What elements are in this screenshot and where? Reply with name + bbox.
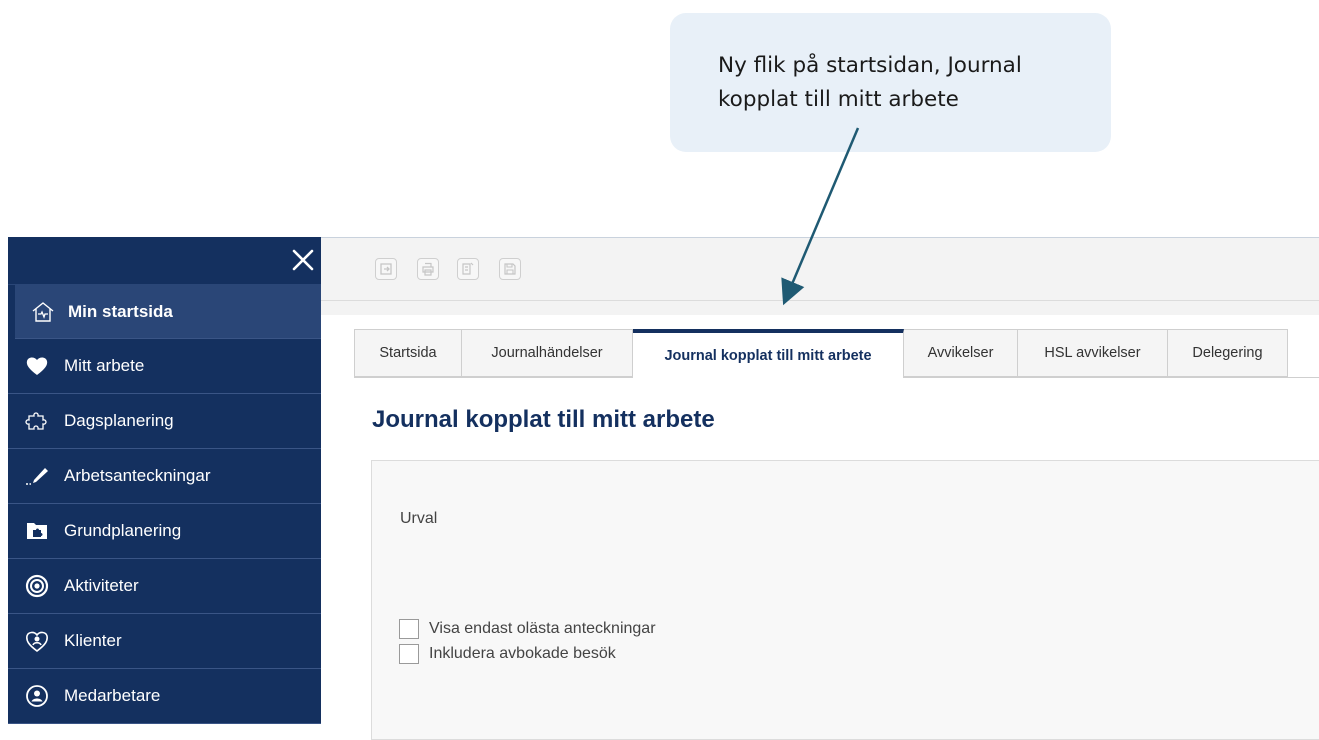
tab-journal-kopplat[interactable]: Journal kopplat till mitt arbete xyxy=(633,329,904,378)
heart-icon xyxy=(24,354,50,378)
tab-label: Journal kopplat till mitt arbete xyxy=(664,347,872,364)
checkbox-label: Visa endast olästa anteckningar xyxy=(429,620,656,637)
pen-icon xyxy=(24,464,50,488)
close-icon[interactable] xyxy=(289,246,317,274)
puzzle-icon xyxy=(24,409,50,433)
tab-label: Delegering xyxy=(1192,345,1263,361)
urval-label: Urval xyxy=(400,510,438,527)
checkbox-label: Inkludera avbokade besök xyxy=(429,645,616,662)
home-heart-icon xyxy=(30,300,56,324)
callout-text: Ny flik på startsidan, Journal kopplat t… xyxy=(718,53,1022,112)
sidebar-item-min-startsida[interactable]: Min startsida xyxy=(15,285,321,339)
person-circle-icon xyxy=(24,684,50,708)
checkbox-inkludera-avbokade[interactable]: Inkludera avbokade besök xyxy=(399,644,616,664)
sidebar-item-label: Aktiviteter xyxy=(64,576,139,595)
edit-document-icon[interactable] xyxy=(457,258,479,280)
checkbox-box[interactable] xyxy=(399,644,419,664)
tab-bar: Startsida Journalhändelser Journal koppl… xyxy=(354,329,1288,378)
page-title: Journal kopplat till mitt arbete xyxy=(372,406,715,433)
sidebar-item-mitt-arbete[interactable]: Mitt arbete xyxy=(8,339,321,394)
tab-hsl-avvikelser[interactable]: HSL avvikelser xyxy=(1018,329,1168,377)
heart-person-icon xyxy=(24,629,50,653)
sidebar-item-label: Mitt arbete xyxy=(64,356,145,375)
sidebar-header xyxy=(8,237,321,285)
sidebar-item-arbetsanteckningar[interactable]: Arbetsanteckningar xyxy=(8,449,321,504)
tab-label: Avvikelser xyxy=(927,345,994,361)
tab-delegering[interactable]: Delegering xyxy=(1168,329,1288,377)
save-icon[interactable] xyxy=(499,258,521,280)
tab-label: HSL avvikelser xyxy=(1044,345,1141,361)
checkbox-box[interactable] xyxy=(399,619,419,639)
tab-label: Journalhändelser xyxy=(491,345,603,361)
sidebar-item-label: Arbetsanteckningar xyxy=(64,466,211,485)
sidebar-item-klienter[interactable]: Klienter xyxy=(8,614,321,669)
sidebar-item-dagsplanering[interactable]: Dagsplanering xyxy=(8,394,321,449)
folder-puzzle-icon xyxy=(24,519,50,543)
print-icon[interactable] xyxy=(417,258,439,280)
tab-startsida[interactable]: Startsida xyxy=(354,329,462,377)
filter-panel xyxy=(371,460,1319,740)
sidebar-item-aktiviteter[interactable]: Aktiviteter xyxy=(8,559,321,614)
target-icon xyxy=(24,574,50,598)
sidebar-item-grundplanering[interactable]: Grundplanering xyxy=(8,504,321,559)
checkbox-visa-olasta[interactable]: Visa endast olästa anteckningar xyxy=(399,619,656,639)
sidebar: Min startsida Mitt arbete Dagsplanering … xyxy=(8,237,321,724)
tab-label: Startsida xyxy=(379,345,437,361)
export-icon[interactable] xyxy=(375,258,397,280)
callout-bubble: Ny flik på startsidan, Journal kopplat t… xyxy=(670,13,1111,152)
tab-journalhandelser[interactable]: Journalhändelser xyxy=(462,329,633,377)
content-spacer xyxy=(321,301,1319,315)
sidebar-item-label: Min startsida xyxy=(68,301,173,321)
sidebar-item-label: Grundplanering xyxy=(64,521,182,540)
sidebar-item-label: Klienter xyxy=(64,631,122,650)
tab-avvikelser[interactable]: Avvikelser xyxy=(904,329,1018,377)
sidebar-item-label: Dagsplanering xyxy=(64,411,174,430)
sidebar-item-label: Medarbetare xyxy=(64,686,161,705)
sidebar-item-medarbetare[interactable]: Medarbetare xyxy=(8,669,321,724)
toolbar xyxy=(321,237,1319,301)
